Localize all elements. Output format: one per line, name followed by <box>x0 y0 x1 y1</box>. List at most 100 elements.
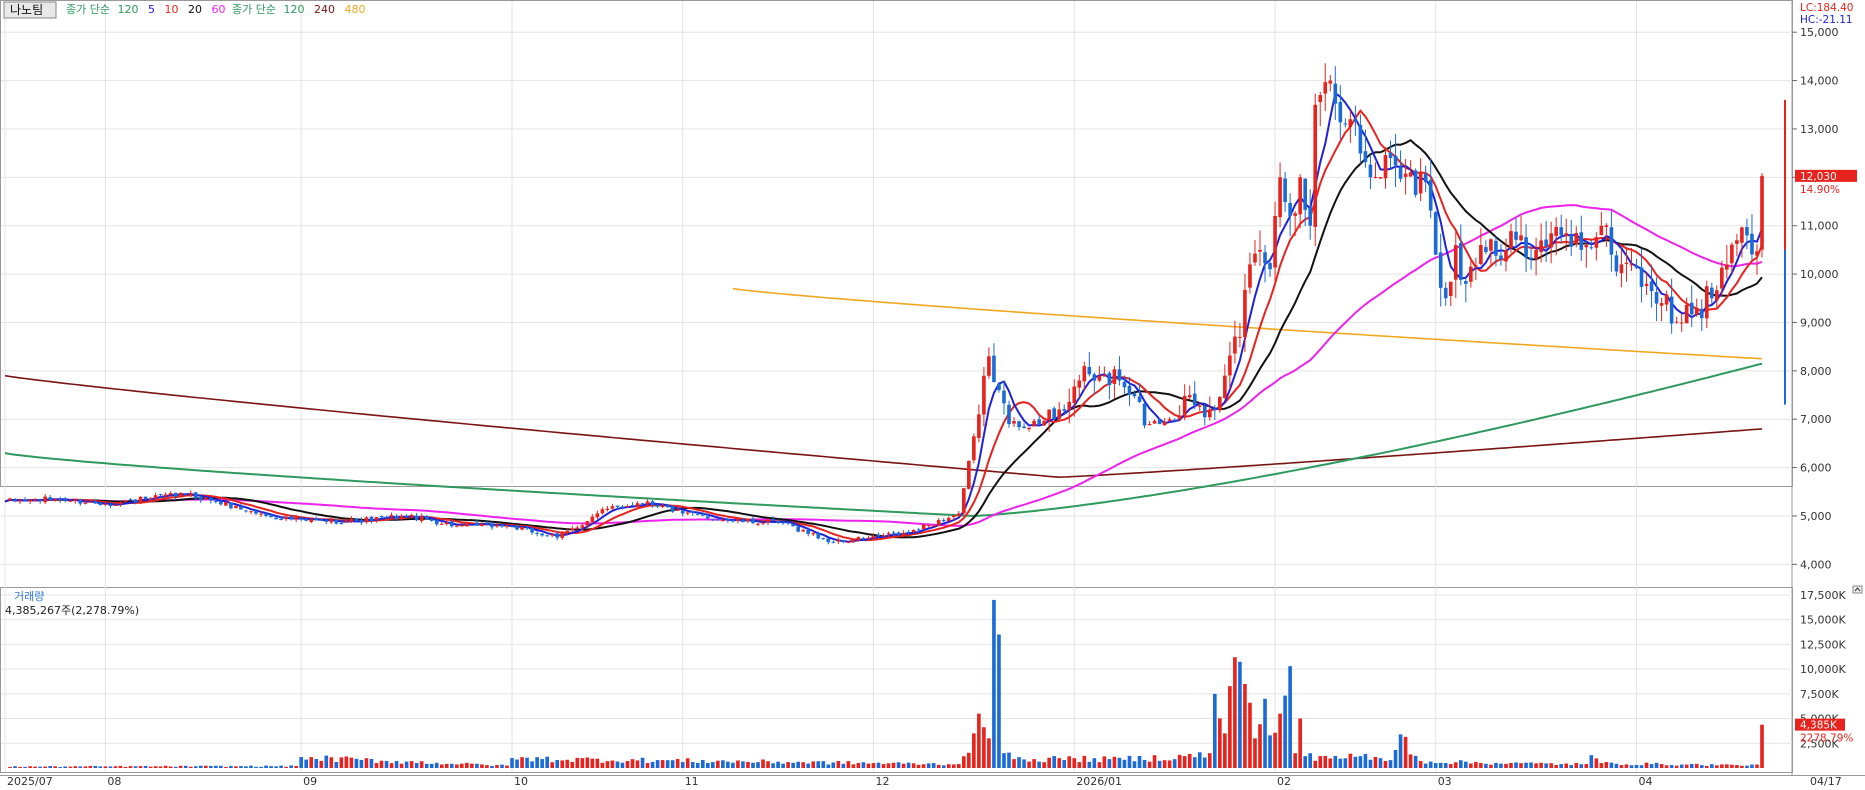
volume-bar[interactable] <box>480 764 484 768</box>
candle[interactable] <box>936 517 941 527</box>
volume-bar[interactable] <box>1328 758 1333 768</box>
volume-bar[interactable] <box>1017 757 1021 768</box>
volume-bar[interactable] <box>786 762 790 768</box>
volume-bar[interactable] <box>791 762 795 768</box>
volume-bar[interactable] <box>123 766 128 768</box>
volume-bar[interactable] <box>1654 762 1659 768</box>
candle[interactable] <box>962 488 966 516</box>
volume-bar[interactable] <box>23 766 27 768</box>
volume-bar[interactable] <box>1238 661 1242 768</box>
volume-bar[interactable] <box>590 758 595 768</box>
volume-bar[interactable] <box>1032 759 1036 768</box>
volume-bar[interactable] <box>1283 695 1287 768</box>
volume-bar[interactable] <box>1127 755 1132 768</box>
volume-bar[interactable] <box>1735 765 1739 768</box>
volume-bar[interactable] <box>992 599 996 768</box>
candle[interactable] <box>123 499 128 503</box>
volume-bar[interactable] <box>886 763 891 768</box>
volume-bar[interactable] <box>1278 713 1282 768</box>
volume-bar[interactable] <box>836 761 841 768</box>
volume-bar[interactable] <box>1248 702 1252 768</box>
volume-bar[interactable] <box>1730 764 1734 768</box>
volume-bar[interactable] <box>1649 764 1654 768</box>
volume-bar[interactable] <box>1298 718 1302 768</box>
volume-bar[interactable] <box>284 766 288 768</box>
volume-bar[interactable] <box>138 766 143 768</box>
candle[interactable] <box>28 499 32 505</box>
volume-bar[interactable] <box>314 759 319 768</box>
volume-bar[interactable] <box>299 757 303 768</box>
volume-bar[interactable] <box>1177 754 1182 768</box>
candle[interactable] <box>1413 168 1418 198</box>
candle[interactable] <box>746 518 750 524</box>
volume-bar[interactable] <box>444 763 449 768</box>
volume-bar[interactable] <box>1373 756 1378 768</box>
volume-bar[interactable] <box>1087 761 1092 768</box>
volume-bar[interactable] <box>113 766 118 768</box>
volume-bar[interactable] <box>921 764 926 768</box>
volume-bar[interactable] <box>776 761 780 768</box>
volume-bar[interactable] <box>229 765 233 768</box>
volume-bar[interactable] <box>736 760 740 768</box>
volume-bar[interactable] <box>158 766 163 768</box>
volume-bar[interactable] <box>1378 758 1383 768</box>
volume-bar[interactable] <box>1659 764 1664 768</box>
volume-bar[interactable] <box>826 764 831 768</box>
volume-bar[interactable] <box>409 761 414 768</box>
candle[interactable] <box>1052 406 1056 420</box>
volume-bar[interactable] <box>1027 761 1031 768</box>
volume-bar[interactable] <box>1082 755 1087 768</box>
volume-bar[interactable] <box>374 763 379 768</box>
volume-bar[interactable] <box>771 763 775 768</box>
volume-bar[interactable] <box>1057 758 1062 768</box>
volume-bar[interactable] <box>665 760 670 768</box>
volume-bar[interactable] <box>1539 762 1543 768</box>
volume-bar[interactable] <box>289 765 293 768</box>
volume-bar[interactable] <box>1007 752 1011 768</box>
candle[interactable] <box>630 502 635 507</box>
candle[interactable] <box>374 516 379 523</box>
volume-bar[interactable] <box>68 766 73 768</box>
volume-bar[interactable] <box>1720 764 1724 768</box>
volume-bar[interactable] <box>13 766 17 768</box>
volume-bar[interactable] <box>1664 765 1669 768</box>
volume-bar[interactable] <box>741 761 745 768</box>
volume-bar[interactable] <box>1559 764 1564 768</box>
candle[interactable] <box>138 496 143 505</box>
volume-bar[interactable] <box>1504 763 1508 768</box>
volume-bar[interactable] <box>625 761 630 768</box>
volume-bar[interactable] <box>670 760 675 768</box>
volume-bar[interactable] <box>219 765 223 768</box>
volume-bar[interactable] <box>33 766 37 768</box>
volume-bar[interactable] <box>1433 763 1438 768</box>
volume-bar[interactable] <box>746 761 750 768</box>
candle[interactable] <box>670 505 675 514</box>
volume-bar[interactable] <box>1192 757 1197 768</box>
candle[interactable] <box>751 516 755 525</box>
candle[interactable] <box>605 505 610 512</box>
volume-bar[interactable] <box>650 761 655 768</box>
volume-bar[interactable] <box>309 757 314 768</box>
candle[interactable] <box>434 519 439 527</box>
volume-bar[interactable] <box>183 765 188 768</box>
volume-bar[interactable] <box>956 764 961 768</box>
volume-bar[interactable] <box>1544 763 1548 768</box>
volume-bar[interactable] <box>1358 756 1363 768</box>
volume-bar[interactable] <box>861 762 866 768</box>
volume-bar[interactable] <box>1745 765 1749 768</box>
candle[interactable] <box>972 433 976 464</box>
candle[interactable] <box>1218 395 1222 413</box>
volume-bar[interactable] <box>1584 764 1589 768</box>
volume-bar[interactable] <box>1760 724 1764 768</box>
volume-bar[interactable] <box>801 762 805 768</box>
volume-bar[interactable] <box>178 765 183 768</box>
volume-bar[interactable] <box>811 761 816 768</box>
volume-bar[interactable] <box>203 765 208 768</box>
volume-bar[interactable] <box>1022 759 1026 768</box>
volume-bar[interactable] <box>1423 763 1428 768</box>
volume-bar[interactable] <box>163 765 168 768</box>
volume-bar[interactable] <box>1509 763 1513 768</box>
volume-bar[interactable] <box>1740 765 1744 768</box>
volume-bar[interactable] <box>1187 753 1192 768</box>
volume-bar[interactable] <box>1594 758 1599 768</box>
